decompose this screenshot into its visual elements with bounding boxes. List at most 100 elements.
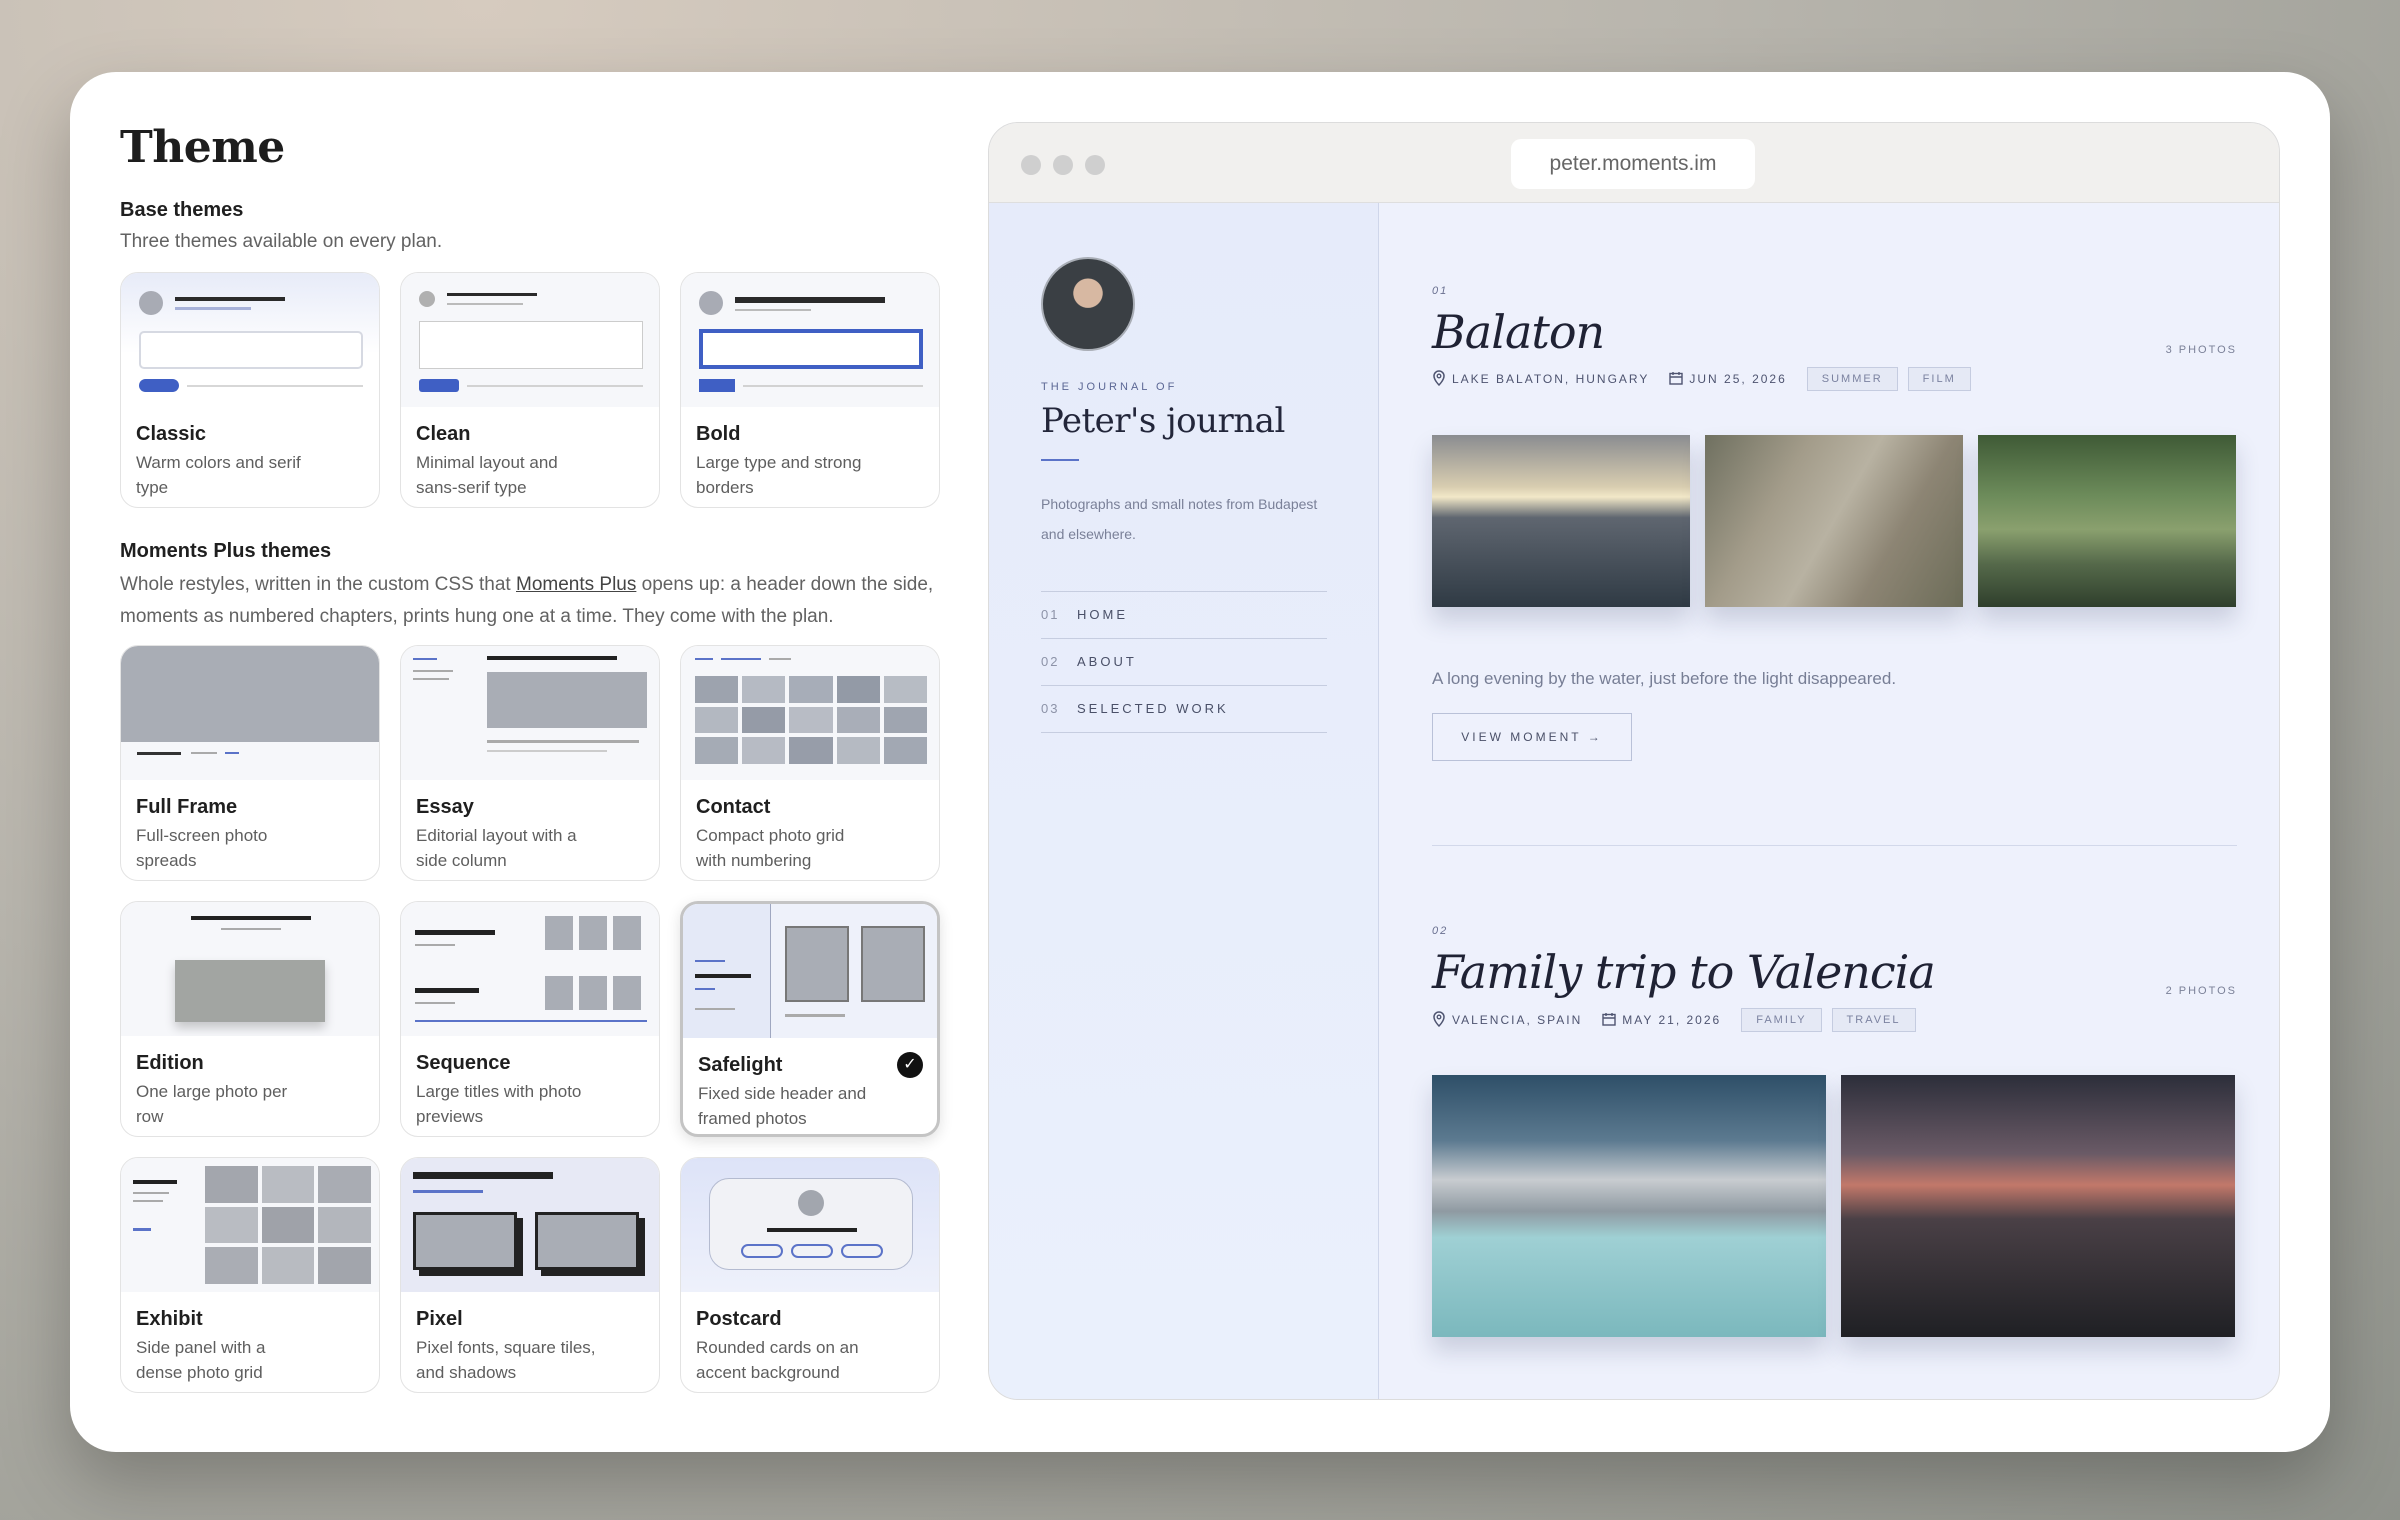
tag[interactable]: FAMILY	[1741, 1008, 1822, 1032]
theme-desc: Fixed side header and framed photos	[698, 1084, 867, 1128]
theme-thumb-essay	[401, 646, 659, 780]
calendar-icon	[1602, 1012, 1616, 1029]
window-dot	[1085, 155, 1105, 175]
moment-number: 01	[1432, 285, 1449, 297]
moment-divider	[1432, 845, 2237, 846]
moment-meta: LAKE BALATON, HUNGARY JUN 25, 2026 SUMME…	[1432, 367, 1981, 391]
calendar-icon	[1669, 371, 1684, 388]
plus-themes-grid: Full Frame Full-screen photo spreads Ess…	[120, 645, 940, 1393]
photo-balaton-lake[interactable]	[1432, 435, 1690, 607]
theme-thumb-exhibit	[121, 1158, 379, 1292]
theme-thumb-clean	[401, 273, 659, 407]
theme-desc: Editorial layout with a side column	[416, 826, 577, 870]
theme-name: Postcard	[696, 1308, 782, 1330]
title-rule	[1041, 459, 1079, 461]
theme-name: Classic	[136, 423, 207, 445]
window-dot	[1053, 155, 1073, 175]
theme-card-bold[interactable]: Bold Large type and strong borders	[680, 272, 940, 508]
theme-desc: Side panel with a dense photo grid	[136, 1338, 266, 1382]
theme-settings-card: Theme Base themes Three themes available…	[70, 72, 2330, 1452]
theme-thumb-bold	[681, 273, 939, 407]
journal-sidebar: THE JOURNAL OF Peter's journal Photograp…	[989, 203, 1379, 1399]
journal-main: 01 Balaton 3 PHOTOS LAKE BALATON, HUNGAR…	[1380, 203, 2279, 1399]
theme-thumb-pixel	[401, 1158, 659, 1292]
plus-themes-desc: Whole restyles, written in the custom CS…	[120, 574, 934, 627]
theme-name: Essay	[416, 796, 474, 818]
theme-desc: Pixel fonts, square tiles, and shadows	[416, 1338, 596, 1382]
journal-of-label: THE JOURNAL OF	[1041, 381, 1178, 393]
journal-nav: 01 HOME 02 ABOUT 03 SELECTED WORK	[1041, 591, 1327, 733]
theme-card-edition[interactable]: Edition One large photo per row	[120, 901, 380, 1137]
tag[interactable]: TRAVEL	[1831, 1008, 1916, 1032]
theme-thumb-sequence	[401, 902, 659, 1036]
theme-card-pixel[interactable]: Pixel Pixel fonts, square tiles, and sha…	[400, 1157, 660, 1393]
view-moment-button[interactable]: VIEW MOMENT →	[1432, 713, 1632, 761]
photo-count: 2 PHOTOS	[2165, 985, 2237, 997]
theme-panel: Theme Base themes Three themes available…	[120, 122, 940, 1393]
theme-thumb-postcard	[681, 1158, 939, 1292]
theme-desc: One large photo per row	[136, 1082, 288, 1126]
theme-name: Exhibit	[136, 1308, 203, 1330]
theme-card-contact[interactable]: Contact Compact photo grid with numberin…	[680, 645, 940, 881]
journal-name[interactable]: Peter's journal	[1041, 401, 1285, 441]
theme-name: Clean	[416, 423, 471, 445]
theme-thumb-edition	[121, 902, 379, 1036]
theme-card-classic[interactable]: Classic Warm colors and serif type	[120, 272, 380, 508]
theme-card-exhibit[interactable]: Exhibit Side panel with a dense photo gr…	[120, 1157, 380, 1393]
theme-name: Pixel	[416, 1308, 463, 1330]
base-themes-desc: Three themes available on every plan.	[120, 231, 443, 252]
theme-name: Contact	[696, 796, 771, 818]
theme-preview-window: peter.moments.im THE JOURNAL OF Peter's …	[988, 122, 2280, 1400]
url-bar[interactable]: peter.moments.im	[1511, 139, 1755, 189]
photo-valencia-city-arts[interactable]	[1432, 1075, 1826, 1337]
theme-card-clean[interactable]: Clean Minimal layout and sans-serif type	[400, 272, 660, 508]
theme-card-full-frame[interactable]: Full Frame Full-screen photo spreads	[120, 645, 380, 881]
theme-name: Safelight	[698, 1054, 783, 1076]
theme-thumb-full-frame	[121, 646, 379, 780]
plus-themes-title: Moments Plus themes	[120, 540, 332, 562]
theme-desc: Compact photo grid with numbering	[696, 826, 845, 870]
moment-meta: VALENCIA, SPAIN MAY 21, 2026 FAMILY TRAV…	[1432, 1008, 1926, 1032]
theme-desc: Large type and strong borders	[696, 453, 862, 497]
theme-thumb-safelight	[683, 904, 937, 1038]
location-pin-icon	[1432, 1010, 1446, 1030]
avatar	[1041, 257, 1135, 351]
moments-plus-link[interactable]: Moments Plus	[516, 574, 636, 595]
theme-thumb-classic	[121, 273, 379, 407]
theme-desc: Rounded cards on an accent background	[696, 1338, 859, 1382]
photo-count: 3 PHOTOS	[2165, 344, 2237, 356]
check-icon: ✓	[897, 1052, 923, 1078]
theme-name: Edition	[136, 1052, 204, 1074]
photo-balaton-shore[interactable]	[1978, 435, 2236, 607]
theme-card-sequence[interactable]: Sequence Large titles with photo preview…	[400, 901, 660, 1137]
base-themes-grid: Classic Warm colors and serif type Clean…	[120, 272, 940, 508]
moment-number: 02	[1432, 925, 1449, 937]
journal-description: Photographs and small notes from Budapes…	[1041, 496, 1318, 542]
moment-title[interactable]: Balaton	[1432, 305, 1605, 359]
nav-item-home[interactable]: 01 HOME	[1041, 592, 1327, 639]
window-dot	[1021, 155, 1041, 175]
theme-thumb-contact	[681, 646, 939, 780]
theme-desc: Full-screen photo spreads	[136, 826, 268, 870]
browser-bar: peter.moments.im	[989, 123, 2279, 203]
theme-card-essay[interactable]: Essay Editorial layout with a side colum…	[400, 645, 660, 881]
photo-balaton-sculpture[interactable]	[1705, 435, 1963, 607]
moment-caption: A long evening by the water, just before…	[1432, 669, 1897, 688]
moment-title[interactable]: Family trip to Valencia	[1432, 945, 1936, 999]
page-title: Theme	[120, 122, 285, 173]
theme-desc: Minimal layout and sans-serif type	[416, 453, 558, 497]
tag[interactable]: FILM	[1907, 367, 1971, 391]
nav-item-selected-work[interactable]: 03 SELECTED WORK	[1041, 686, 1327, 733]
nav-item-about[interactable]: 02 ABOUT	[1041, 639, 1327, 686]
tag[interactable]: SUMMER	[1806, 367, 1898, 391]
base-themes-title: Base themes	[120, 199, 244, 221]
theme-desc: Warm colors and serif type	[136, 453, 301, 497]
theme-desc: Large titles with photo previews	[416, 1082, 582, 1126]
theme-card-postcard[interactable]: Postcard Rounded cards on an accent back…	[680, 1157, 940, 1393]
theme-name: Full Frame	[136, 796, 238, 818]
location-pin-icon	[1432, 369, 1446, 389]
theme-name: Bold	[696, 423, 741, 445]
photo-valencia-airport[interactable]	[1841, 1075, 2235, 1337]
arrow-right-icon: →	[1587, 730, 1603, 744]
theme-card-safelight[interactable]: Safelight Fixed side header and framed p…	[680, 901, 940, 1137]
